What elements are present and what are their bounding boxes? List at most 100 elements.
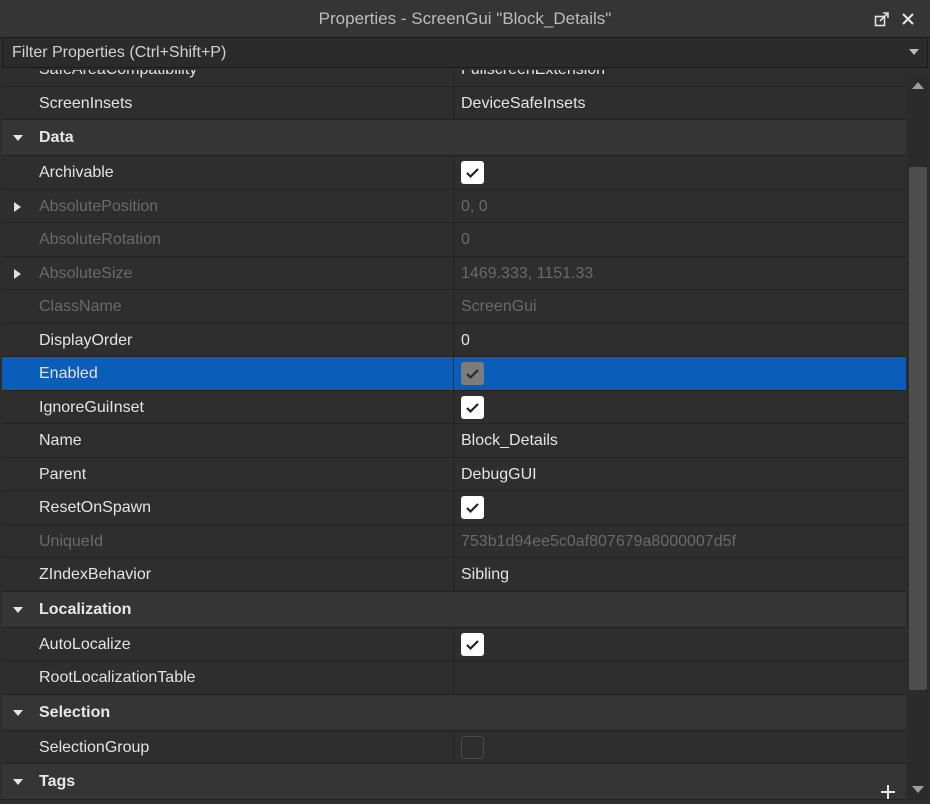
property-value: 753b1d94ee5c0af807679a8000007d5f [461, 532, 736, 550]
property-name: Enabled [39, 365, 98, 382]
property-row-classname[interactable]: ClassName ScreenGui [2, 290, 906, 324]
close-icon[interactable] [898, 9, 918, 29]
category-localization[interactable]: Localization [2, 591, 906, 628]
property-name: RootLocalizationTable [39, 669, 196, 686]
column-divider [453, 323, 454, 356]
expand-arrow-icon[interactable] [14, 268, 21, 279]
collapse-arrow-icon[interactable] [13, 709, 23, 716]
collapse-arrow-icon[interactable] [13, 606, 23, 613]
property-value[interactable] [461, 661, 906, 694]
column-divider [453, 256, 454, 289]
column-divider [453, 457, 454, 490]
property-row-autolocalize[interactable]: AutoLocalize [2, 627, 906, 661]
title-bar: Properties - ScreenGui "Block_Details" [0, 0, 930, 38]
undock-icon[interactable] [872, 9, 892, 29]
collapse-arrow-icon[interactable] [13, 135, 23, 141]
add-tag-button[interactable] [878, 782, 898, 802]
property-value[interactable]: DebugGUI [461, 458, 906, 491]
category-tags[interactable]: Tags [2, 764, 906, 800]
scrollbar-thumb[interactable] [909, 167, 927, 690]
window-title: Properties - ScreenGui "Block_Details" [318, 9, 612, 28]
column-divider [453, 424, 454, 457]
filter-properties-input[interactable]: Filter Properties (Ctrl+Shift+P) [2, 37, 928, 68]
column-divider [453, 70, 454, 86]
property-name: ResetOnSpawn [39, 499, 152, 516]
column-divider [453, 491, 454, 524]
property-name: AbsolutePosition [39, 197, 159, 215]
column-divider [453, 290, 454, 323]
column-divider [453, 357, 454, 390]
property-row-archivable[interactable]: Archivable [2, 156, 906, 190]
property-value: ScreenGui [461, 298, 537, 315]
property-value[interactable]: DeviceSafeInsets [461, 87, 906, 120]
column-divider [453, 524, 454, 557]
category-label: Data [39, 129, 74, 146]
autolocalize-checkbox[interactable] [461, 632, 484, 656]
property-value: 0 [461, 231, 470, 248]
property-value[interactable]: Sibling [461, 558, 906, 591]
property-row-screeninsets[interactable]: ScreenInsets DeviceSafeInsets [2, 86, 906, 120]
category-label: Selection [39, 703, 111, 721]
category-selection[interactable]: Selection [2, 694, 906, 731]
property-name: Parent [39, 465, 87, 483]
property-name: SafeAreaCompatibility [39, 70, 454, 86]
selectiongroup-checkbox[interactable] [461, 735, 484, 759]
collapse-arrow-icon[interactable] [13, 779, 23, 785]
property-name: ScreenInsets [39, 94, 133, 112]
property-row-absolutesize[interactable]: AbsoluteSize 1469.333, 1151.33 [2, 256, 906, 290]
property-row-enabled[interactable]: Enabled [2, 357, 906, 391]
property-row-resetonspawn[interactable]: ResetOnSpawn [2, 491, 906, 525]
property-row-safeareacompatibility[interactable]: SafeAreaCompatibility FullscreenExtensio… [2, 70, 906, 87]
scroll-down-icon[interactable] [912, 786, 924, 793]
property-grid: SafeAreaCompatibility FullscreenExtensio… [2, 70, 906, 804]
column-divider [453, 558, 454, 591]
enabled-checkbox[interactable] [461, 362, 484, 385]
property-value[interactable]: FullscreenExtension [461, 70, 906, 86]
expand-arrow-icon[interactable] [14, 201, 21, 212]
property-value[interactable]: Block_Details [461, 424, 906, 457]
filter-placeholder: Filter Properties (Ctrl+Shift+P) [12, 44, 227, 61]
property-row-displayorder[interactable]: DisplayOrder 0 [2, 323, 906, 357]
property-row-rootlocalizationtable[interactable]: RootLocalizationTable [2, 661, 906, 695]
column-divider [453, 223, 454, 256]
property-name: Name [39, 432, 82, 449]
property-row-name[interactable]: Name Block_Details [2, 424, 906, 458]
property-value: 0, 0 [461, 197, 488, 215]
property-row-ignoreguiinset[interactable]: IgnoreGuiInset [2, 390, 906, 424]
archivable-checkbox[interactable] [461, 161, 484, 184]
column-divider [453, 156, 454, 189]
property-name: DisplayOrder [39, 331, 133, 349]
property-value: 1469.333, 1151.33 [461, 264, 594, 282]
property-row-parent[interactable]: Parent DebugGUI [2, 457, 906, 491]
category-data[interactable]: Data [2, 120, 906, 156]
property-name: IgnoreGuiInset [39, 398, 144, 416]
property-name: UniqueId [39, 532, 104, 550]
property-row-absoluterotation[interactable]: AbsoluteRotation 0 [2, 223, 906, 257]
property-name: ClassName [39, 298, 122, 315]
column-divider [453, 730, 454, 763]
property-value[interactable]: 0 [461, 324, 906, 357]
vertical-scrollbar[interactable] [907, 76, 929, 802]
plus-icon [881, 785, 895, 799]
property-row-zindexbehavior[interactable]: ZIndexBehavior Sibling [2, 558, 906, 592]
property-row-uniqueid[interactable]: UniqueId 753b1d94ee5c0af807679a8000007d5… [2, 524, 906, 558]
category-label: Tags [39, 773, 76, 790]
property-name: AutoLocalize [39, 635, 131, 653]
column-divider [453, 627, 454, 660]
property-name: AbsoluteSize [39, 264, 133, 282]
scroll-up-icon[interactable] [912, 82, 924, 89]
chevron-down-icon[interactable] [909, 49, 919, 55]
column-divider [453, 86, 454, 119]
property-name: ZIndexBehavior [39, 566, 152, 583]
column-divider [453, 390, 454, 423]
property-name: Archivable [39, 164, 114, 181]
column-divider [453, 661, 454, 694]
property-name: SelectionGroup [39, 738, 150, 756]
column-divider [453, 189, 454, 222]
property-row-absoluteposition[interactable]: AbsolutePosition 0, 0 [2, 189, 906, 223]
resetonspawn-checkbox[interactable] [461, 496, 484, 519]
property-name: AbsoluteRotation [39, 231, 161, 248]
ignoreguiinset-checkbox[interactable] [461, 395, 484, 419]
category-label: Localization [39, 600, 132, 618]
property-row-selectiongroup[interactable]: SelectionGroup [2, 730, 906, 764]
